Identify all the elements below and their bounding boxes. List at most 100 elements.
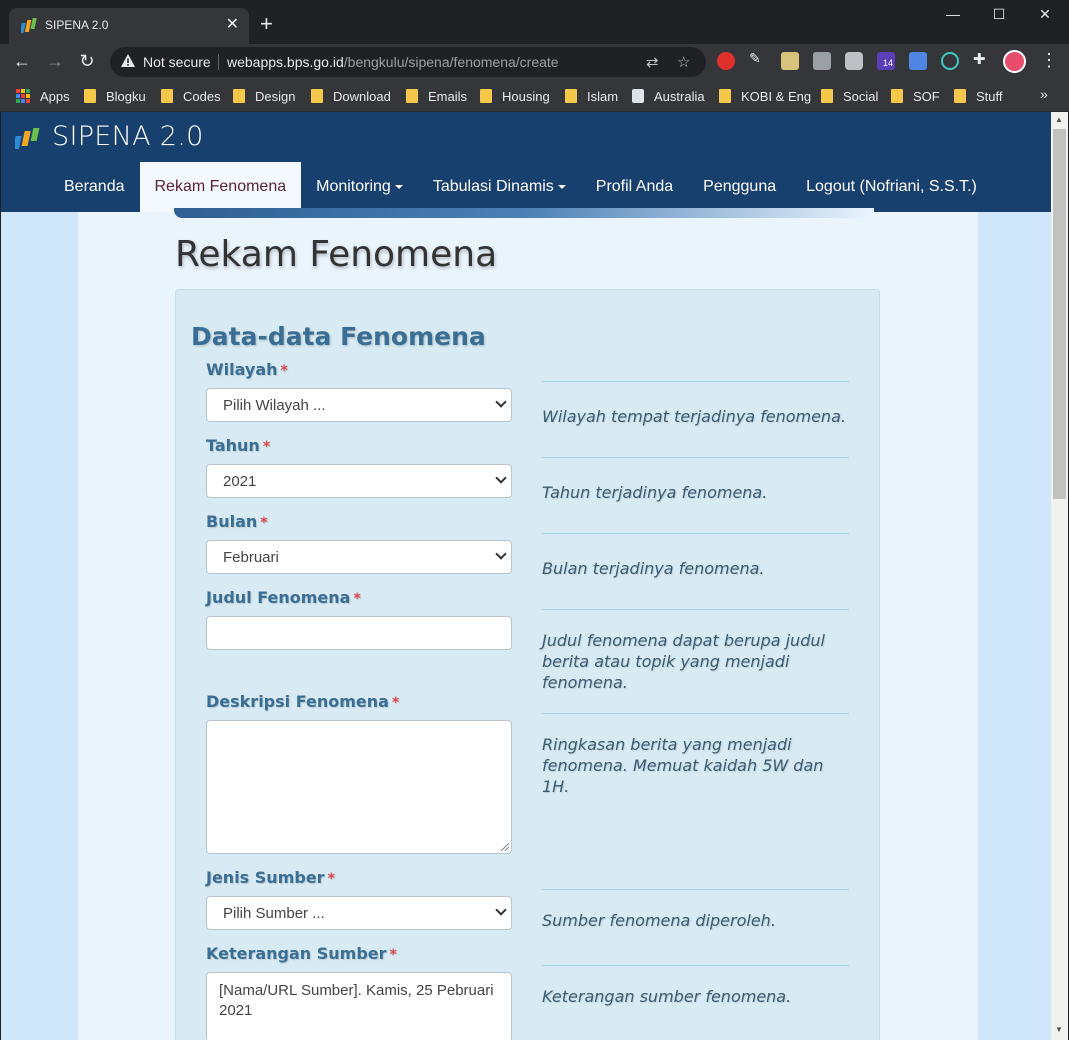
bookmark-star-icon[interactable]: ☆ [677,53,690,71]
bookmark-label: Islam [587,88,619,104]
extension-badge-icon[interactable]: 14 [877,52,896,70]
forward-icon[interactable]: → [43,50,67,72]
chevron-down-icon [495,472,507,484]
caret-down-icon [557,184,566,189]
back-icon[interactable]: ← [10,50,34,72]
extension-camera-icon[interactable] [845,52,863,70]
address-bar[interactable]: Not secure webapps.bps.go.id/bengkulu/si… [110,47,706,77]
help-divider [542,457,849,458]
required-mark: * [391,695,400,711]
scroll-up-icon[interactable]: ▲ [1055,115,1063,124]
extension-image-icon[interactable] [781,52,799,70]
nav-pengguna[interactable]: Pengguna [688,162,791,212]
bulan-select[interactable]: Februari [206,540,512,574]
extension-calendar-icon[interactable] [909,52,927,70]
bookmark-folder-kobi[interactable]: KOBI & Eng [719,86,811,106]
header-accent-stripe [174,208,874,218]
bookmark-label: Apps [40,88,70,104]
jenis-sumber-label-text: Jenis Sumber [206,868,325,887]
extensions-puzzle-icon[interactable]: ✚ [973,50,991,68]
keterangan-sumber-textarea[interactable]: [Nama/URL Sumber]. Kamis, 25 Pebruari 20… [206,972,512,1040]
not-secure-label: Not secure [143,54,211,70]
extension-brush-icon[interactable]: ✎ [749,50,767,68]
nav-profil-anda[interactable]: Profil Anda [581,162,688,212]
tahun-select[interactable]: 2021 [206,464,512,498]
help-divider [542,889,849,890]
close-window-icon[interactable]: ✕ [1035,6,1055,23]
bulan-select-value: Februari [223,549,279,566]
bookmark-folder-download[interactable]: Download [311,86,391,106]
wilayah-label-text: Wilayah [206,360,278,379]
required-mark: * [280,363,288,379]
section-title: Data-data Fenomena [191,322,486,351]
folder-icon [311,89,323,103]
nav-rekam-fenomena[interactable]: Rekam Fenomena [139,162,302,212]
bookmark-folder-emails[interactable]: Emails [406,86,467,106]
required-mark: * [389,947,397,963]
bookmark-folder-islam[interactable]: Islam [565,86,618,106]
extension-page-icon[interactable] [813,52,831,70]
chevron-down-icon [495,548,507,560]
bookmark-folder-stuff[interactable]: Stuff [954,86,1003,106]
keterangan-sumber-help: Keterangan sumber fenomena. [542,987,792,1006]
scroll-thumb[interactable] [1053,129,1066,499]
site-header: SIPENA 2.0 Beranda Rekam Fenomena Monito… [1,112,1051,212]
browser-tab[interactable]: SIPENA 2.0 ✕ [9,8,249,44]
folder-icon [821,89,833,103]
nav-monitoring[interactable]: Monitoring [301,162,418,212]
jenis-sumber-select-value: Pilih Sumber ... [223,905,325,922]
wilayah-select[interactable]: Pilih Wilayah ... [206,388,512,422]
nav-tabulasi-dinamis[interactable]: Tabulasi Dinamis [418,162,581,212]
wilayah-help: Wilayah tempat terjadinya fenomena. [542,407,846,426]
bulan-label-text: Bulan [206,512,258,531]
bookmark-label: Design [255,88,296,104]
bookmark-folder-sof[interactable]: SOF [891,86,940,106]
translate-icon[interactable]: ⇄ [646,53,659,71]
judul-fenomena-input[interactable] [206,616,512,650]
nav-monitoring-label: Monitoring [316,178,391,195]
jenis-sumber-label: Jenis Sumber * [206,868,335,887]
reload-icon[interactable]: ↻ [75,50,99,72]
help-divider [542,713,849,714]
resize-grip-icon[interactable] [501,843,509,851]
url-text[interactable]: webapps.bps.go.id/bengkulu/sipena/fenome… [227,54,559,70]
minimize-icon[interactable]: — [943,6,963,22]
bookmark-label: Emails [428,88,468,104]
tahun-select-value: 2021 [223,473,257,490]
profile-avatar[interactable] [1003,50,1026,73]
bps-logo-icon[interactable] [15,125,43,153]
bookmark-folder-codes[interactable]: Codes [161,86,221,106]
nav-beranda[interactable]: Beranda [49,162,140,212]
scroll-down-icon[interactable]: ▼ [1055,1025,1063,1034]
bookmark-apps[interactable]: Apps [16,86,70,106]
url-path: /bengkulu/sipena/fenomena/create [343,54,559,70]
deskripsi-fenomena-textarea[interactable] [206,720,512,854]
australia-crest-icon [632,89,644,103]
bookmark-label: SOF [913,88,940,104]
extension-stop-icon[interactable] [717,52,735,70]
help-divider [542,609,849,610]
bookmark-folder-design[interactable]: Design [233,86,295,106]
bookmarks-overflow-icon[interactable]: » [1040,86,1048,102]
keterangan-sumber-label-text: Keterangan Sumber [206,944,387,963]
extension-react-icon[interactable] [941,52,959,70]
bookmarks-bar: Apps Blogku Codes Design Download Emails… [0,80,1069,112]
tab-title: SIPENA 2.0 [45,18,109,32]
bookmark-australia[interactable]: Australia [632,86,705,106]
bookmark-folder-blogku[interactable]: Blogku [84,86,146,106]
judul-label-text: Judul Fenomena [206,588,351,607]
bookmark-label: Australia [654,88,705,104]
caret-down-icon [394,184,403,189]
chrome-menu-icon[interactable]: ⋮ [1040,50,1058,71]
jenis-sumber-select[interactable]: Pilih Sumber ... [206,896,512,930]
bookmark-label: Housing [502,88,550,104]
maximize-icon[interactable]: ☐ [989,6,1009,23]
main-navbar: Beranda Rekam Fenomena Monitoring Tabula… [49,162,992,212]
new-tab-icon[interactable]: + [260,12,273,36]
page-scrollbar[interactable]: ▲ ▼ [1051,112,1068,1040]
nav-logout[interactable]: Logout (Nofriani, S.S.T.) [791,162,992,212]
bookmark-folder-housing[interactable]: Housing [480,86,550,106]
site-brand[interactable]: SIPENA 2.0 [52,121,204,152]
bookmark-folder-social[interactable]: Social [821,86,878,106]
close-tab-icon[interactable]: ✕ [226,15,239,35]
